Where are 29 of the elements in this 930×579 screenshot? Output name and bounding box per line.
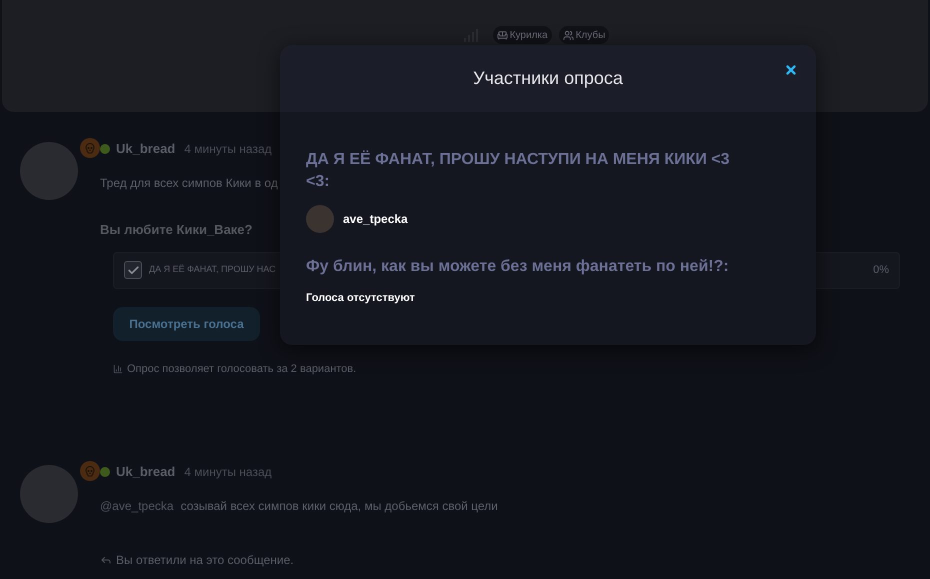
poll-question: Вы любите Кики_Ваке?: [100, 221, 252, 239]
chart-icon: [113, 364, 123, 374]
sofa-icon: [496, 30, 508, 40]
check-icon: [126, 264, 140, 276]
voter-name[interactable]: ave_tpecka: [343, 210, 408, 228]
option-percent: 0%: [873, 262, 889, 278]
author-name[interactable]: Uk_bread: [116, 139, 176, 159]
voter-avatar: [306, 205, 334, 233]
author-name[interactable]: Uk_bread: [116, 462, 176, 482]
reply-note: Вы ответили на это сообщение.: [116, 552, 294, 569]
post-text: созывай всех симпов кики сюда, мы добьемся свой цели: [180, 498, 498, 515]
no-votes-text: Голоса отсутствуют: [306, 291, 416, 306]
nav-chip[interactable]: Курилка: [492, 26, 552, 44]
post-time: 4 минуты назад: [184, 141, 272, 158]
reply-icon: [100, 554, 112, 566]
option-heading: Фу блин, как вы можете без меня фанатеть по ней!?:: [306, 257, 730, 277]
post-text: Тред для всех симпов Кики в од: [100, 175, 278, 192]
skull-badge-icon: [80, 461, 100, 481]
people-icon: [562, 30, 574, 40]
checkbox[interactable]: [124, 261, 142, 279]
post-time: 4 минуты назад: [184, 464, 272, 481]
poll-note: Опрос позволяет голосовать за 2 вариантов.: [127, 362, 356, 376]
dialog-title: Участники опроса: [473, 67, 623, 90]
nav-chip[interactable]: Клубы: [558, 26, 610, 44]
user-mention[interactable]: @ave_tpecka: [100, 497, 174, 515]
option-text: ДА Я ЕЁ ФАНАТ, ПРОШУ НАС: [149, 263, 276, 276]
view-votes-button[interactable]: Посмотреть голоса: [113, 306, 260, 340]
skull-badge-icon: [80, 138, 100, 158]
option-heading: ДА Я ЕЁ ФАНАТ, ПРОШУ НАСТУПИ НА МЕНЯ КИКИ <3 <3:: [306, 149, 731, 192]
